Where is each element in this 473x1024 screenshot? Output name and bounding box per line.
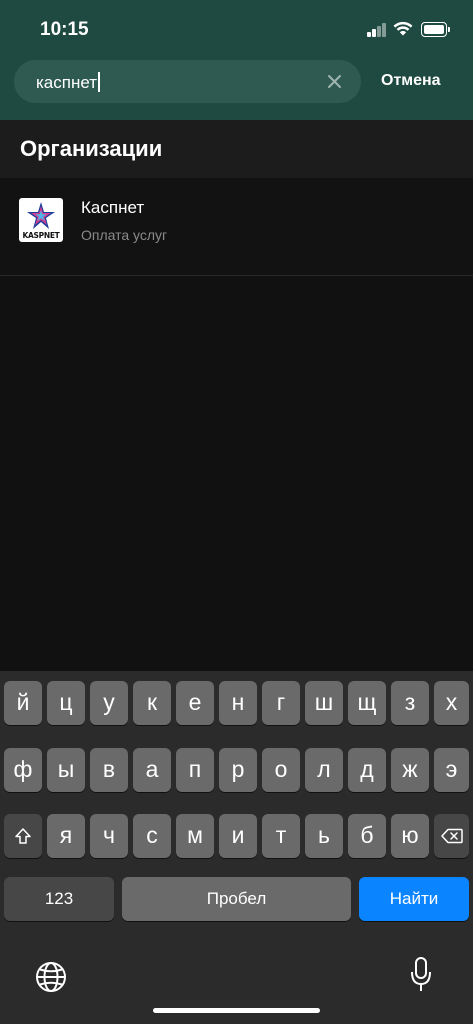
cancel-button[interactable]: Отмена	[381, 72, 441, 90]
list-item[interactable]: KASPNET Каспнет Оплата услуг	[0, 178, 473, 276]
key-ж[interactable]: ж	[391, 748, 429, 792]
list-item-title: Каспнет	[81, 198, 145, 217]
star-icon	[27, 202, 55, 229]
key-й[interactable]: й	[4, 681, 42, 725]
wifi-icon	[393, 21, 413, 36]
key-щ[interactable]: щ	[348, 681, 386, 725]
key-и[interactable]: и	[219, 814, 257, 858]
section-header: Организации	[0, 120, 473, 178]
backspace-key[interactable]	[434, 814, 469, 858]
key-ф[interactable]: ф	[4, 748, 42, 792]
key-ч[interactable]: ч	[90, 814, 128, 858]
key-п[interactable]: п	[176, 748, 214, 792]
key-э[interactable]: э	[434, 748, 469, 792]
key-х[interactable]: х	[434, 681, 469, 725]
key-л[interactable]: л	[305, 748, 343, 792]
key-в[interactable]: в	[90, 748, 128, 792]
key-р[interactable]: р	[219, 748, 257, 792]
home-indicator	[153, 1008, 320, 1013]
search-header: 10:15 каспнет Отмена	[0, 0, 473, 120]
key-т[interactable]: т	[262, 814, 300, 858]
key-ц[interactable]: ц	[47, 681, 85, 725]
key-о[interactable]: о	[262, 748, 300, 792]
key-д[interactable]: д	[348, 748, 386, 792]
key-я[interactable]: я	[47, 814, 85, 858]
key-ю[interactable]: ю	[391, 814, 429, 858]
key-ш[interactable]: ш	[305, 681, 343, 725]
backspace-icon	[440, 828, 463, 844]
cellular-signal-icon	[367, 23, 387, 37]
section-title: Организации	[20, 136, 163, 161]
key-а[interactable]: а	[133, 748, 171, 792]
key-м[interactable]: м	[176, 814, 214, 858]
search-return-key[interactable]: Найти	[359, 877, 469, 921]
globe-icon[interactable]	[35, 961, 67, 993]
kaspnet-logo: KASPNET	[19, 198, 63, 242]
key-с[interactable]: с	[133, 814, 171, 858]
key-н[interactable]: н	[219, 681, 257, 725]
key-ы[interactable]: ы	[47, 748, 85, 792]
search-input[interactable]: каспнет	[14, 60, 361, 103]
battery-icon	[421, 22, 450, 37]
key-у[interactable]: у	[90, 681, 128, 725]
status-bar: 10:15	[0, 0, 473, 58]
keyboard: й ц у к е н г ш щ з х ф ы в а п р о л д …	[0, 671, 473, 1024]
logo-text: KASPNET	[22, 231, 60, 240]
key-е[interactable]: е	[176, 681, 214, 725]
clear-search-icon[interactable]	[326, 73, 343, 90]
status-time: 10:15	[40, 19, 89, 40]
key-к[interactable]: к	[133, 681, 171, 725]
shift-key[interactable]	[4, 814, 42, 858]
search-input-value: каспнет	[36, 73, 98, 92]
text-caret	[98, 72, 101, 92]
space-key[interactable]: Пробел	[122, 877, 351, 921]
key-з[interactable]: з	[391, 681, 429, 725]
key-ь[interactable]: ь	[305, 814, 343, 858]
numbers-key[interactable]: 123	[4, 877, 114, 921]
microphone-icon[interactable]	[410, 957, 432, 993]
key-б[interactable]: б	[348, 814, 386, 858]
list-item-subtitle: Оплата услуг	[81, 227, 168, 243]
shift-icon	[15, 828, 31, 844]
key-г[interactable]: г	[262, 681, 300, 725]
